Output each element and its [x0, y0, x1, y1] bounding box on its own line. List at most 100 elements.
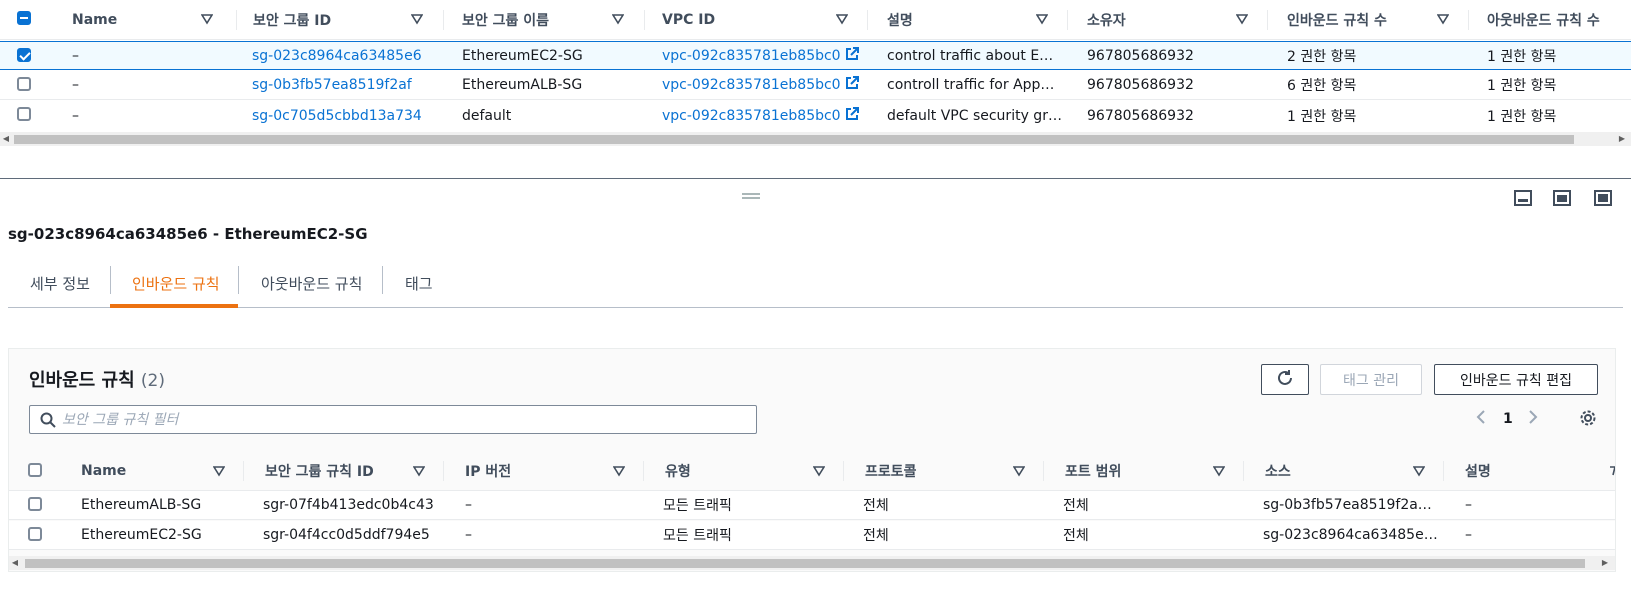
column-divider[interactable]	[1468, 10, 1469, 30]
scrollbar-thumb[interactable]	[25, 559, 1585, 568]
col-header-ip-version[interactable]: IP 버전	[465, 451, 511, 490]
sort-down-icon[interactable]	[1236, 13, 1248, 25]
col-header-protocol[interactable]: 프로토콜	[865, 451, 917, 490]
sort-down-icon[interactable]	[613, 465, 625, 477]
external-link-icon[interactable]	[845, 46, 859, 65]
rule-row[interactable]: EthereumEC2-SG sgr-04f4cc0d5ddf794e5 – 모…	[9, 521, 1615, 550]
sort-down-icon[interactable]	[1213, 465, 1225, 477]
scroll-left-icon[interactable]: ◀	[11, 558, 19, 568]
refresh-button[interactable]	[1261, 364, 1309, 395]
col-header-sg-name[interactable]: 보안 그룹 이름	[462, 0, 549, 39]
col-header-description[interactable]: 설명	[887, 0, 913, 39]
sg-name: EthereumEC2-SG	[462, 47, 583, 64]
column-divider[interactable]	[644, 10, 645, 30]
col-header-owner[interactable]: 소유자	[1087, 0, 1126, 39]
col-header-name[interactable]: Name	[72, 0, 117, 39]
sort-down-icon[interactable]	[411, 13, 423, 25]
column-divider[interactable]	[1243, 461, 1244, 481]
outbound-count: 1 권한 항목	[1487, 48, 1557, 65]
vpc-id-link[interactable]: vpc-092c835781eb85bc0	[662, 101, 859, 130]
scroll-right-icon[interactable]: ▶	[1618, 134, 1626, 144]
table-row[interactable]: – sg-0c705d5cbbd13a734 default vpc-092c8…	[0, 101, 1631, 130]
manage-tags-button[interactable]: 태그 관리	[1320, 364, 1422, 395]
scroll-left-icon[interactable]: ◀	[2, 134, 10, 144]
sg-id-link[interactable]: sg-023c8964ca63485e6	[252, 42, 422, 69]
resize-handle-icon[interactable]	[742, 193, 760, 199]
vpc-id-link[interactable]: vpc-092c835781eb85bc0	[662, 71, 859, 99]
column-divider[interactable]	[1067, 10, 1068, 30]
col-header-description[interactable]: 설명	[1465, 451, 1491, 490]
sg-id-link[interactable]: sg-0c705d5cbbd13a734	[252, 101, 422, 130]
scroll-right-icon[interactable]: ▶	[1601, 558, 1609, 568]
col-header-rule-id[interactable]: 보안 그룹 규칙 ID	[265, 451, 374, 490]
detail-title: sg-023c8964ca63485e6 - EthereumEC2-SG	[8, 225, 368, 243]
select-all-checkbox[interactable]	[17, 11, 31, 25]
column-divider[interactable]	[443, 461, 444, 481]
panel-full-icon[interactable]	[1594, 190, 1612, 206]
column-divider[interactable]	[1443, 461, 1444, 481]
tab-details[interactable]: 세부 정보	[30, 258, 90, 308]
col-header-inbound-count[interactable]: 인바운드 규칙 수	[1287, 0, 1387, 39]
col-header-source[interactable]: 소스	[1265, 451, 1291, 490]
sg-name: default	[462, 107, 512, 124]
vpc-id-text[interactable]: vpc-092c835781eb85bc0	[662, 108, 841, 124]
col-header-sg-id[interactable]: 보안 그룹 ID	[253, 0, 331, 39]
column-divider[interactable]	[1267, 10, 1268, 30]
gear-icon[interactable]	[1579, 409, 1597, 431]
column-divider[interactable]	[1043, 461, 1044, 481]
column-divider[interactable]	[867, 10, 868, 30]
col-header-port-range[interactable]: 포트 범위	[1065, 451, 1121, 490]
sort-down-icon[interactable]	[213, 465, 225, 477]
col-header-outbound-count[interactable]: 아웃바운드 규칙 수	[1487, 0, 1600, 39]
horizontal-scrollbar[interactable]: ◀ ▶	[0, 132, 1631, 146]
sort-down-icon[interactable]	[1013, 465, 1025, 477]
row-checkbox[interactable]	[28, 497, 42, 511]
sg-id-link[interactable]: sg-0b3fb57ea8519f2af	[252, 71, 412, 99]
panel-side-icon[interactable]	[1553, 190, 1571, 206]
col-header-name[interactable]: Name	[81, 451, 126, 490]
rule-row[interactable]: EthereumALB-SG sgr-07f4b413edc0b4c43 – 모…	[9, 491, 1615, 520]
select-all-checkbox[interactable]	[28, 463, 42, 477]
row-checkbox[interactable]	[17, 48, 31, 62]
tab-tags[interactable]: 태그	[405, 258, 433, 308]
sort-down-icon[interactable]	[1437, 13, 1449, 25]
sort-down-icon[interactable]	[836, 13, 848, 25]
edit-inbound-rules-button[interactable]: 인바운드 규칙 편집	[1434, 364, 1598, 395]
col-header-type[interactable]: 유형	[665, 451, 691, 490]
next-page-icon[interactable]	[1527, 409, 1539, 429]
row-checkbox[interactable]	[28, 527, 42, 541]
panel-bottom-icon[interactable]	[1514, 190, 1532, 206]
external-link-icon[interactable]	[845, 76, 859, 94]
vpc-id-text[interactable]: vpc-092c835781eb85bc0	[662, 77, 841, 93]
sort-down-icon[interactable]	[201, 13, 213, 25]
external-link-icon[interactable]	[845, 106, 859, 125]
column-divider[interactable]	[236, 10, 237, 30]
col-header-vpc-id[interactable]: VPC ID	[662, 0, 715, 39]
sort-down-icon[interactable]	[612, 13, 624, 25]
table-row[interactable]: – sg-023c8964ca63485e6 EthereumEC2-SG vp…	[0, 41, 1631, 70]
sort-down-icon[interactable]	[1036, 13, 1048, 25]
tab-inbound-rules[interactable]: 인바운드 규칙	[132, 258, 220, 308]
sort-down-icon[interactable]	[813, 465, 825, 477]
row-checkbox[interactable]	[17, 107, 31, 121]
inbound-rules-heading: 인바운드 규칙 (2)	[29, 366, 165, 392]
sort-down-icon[interactable]	[1413, 465, 1425, 477]
table-row[interactable]: – sg-0b3fb57ea8519f2af EthereumALB-SG vp…	[0, 71, 1631, 100]
row-checkbox[interactable]	[17, 77, 31, 91]
tab-divider	[382, 266, 383, 294]
tab-outbound-rules[interactable]: 아웃바운드 규칙	[261, 258, 362, 308]
scrollbar-thumb[interactable]	[14, 135, 1574, 144]
column-divider[interactable]	[843, 461, 844, 481]
column-divider[interactable]	[443, 10, 444, 30]
search-input[interactable]	[62, 410, 742, 430]
vpc-id-text[interactable]: vpc-092c835781eb85bc0	[662, 48, 841, 64]
prev-page-icon[interactable]	[1475, 409, 1487, 429]
sort-down-icon[interactable]	[413, 465, 425, 477]
column-divider[interactable]	[243, 461, 244, 481]
vpc-id-link[interactable]: vpc-092c835781eb85bc0	[662, 42, 859, 69]
horizontal-scrollbar[interactable]: ◀ ▶	[9, 556, 1615, 570]
page-number[interactable]: 1	[1503, 411, 1513, 427]
sort-down-icon[interactable]	[1609, 465, 1621, 477]
rule-filter-field[interactable]	[29, 405, 757, 434]
column-divider[interactable]	[643, 461, 644, 481]
